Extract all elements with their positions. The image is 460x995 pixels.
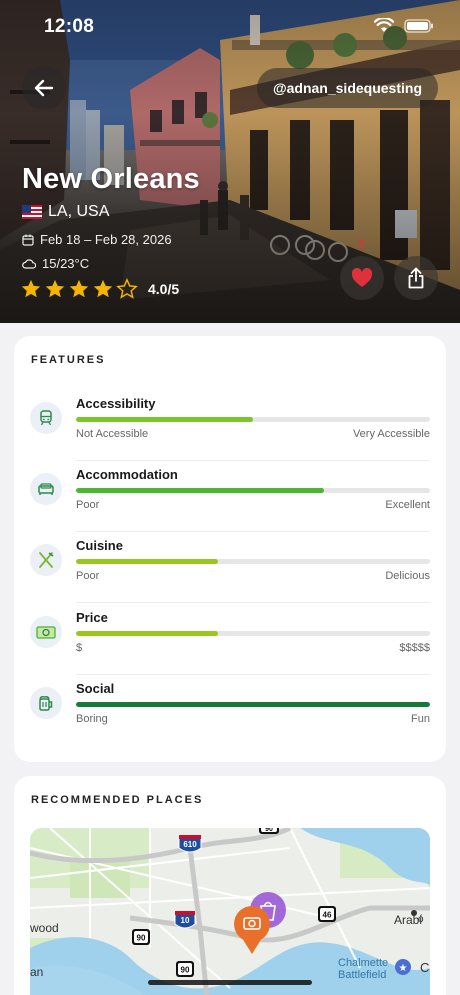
feature-high-label: Delicious	[385, 570, 430, 582]
back-button[interactable]	[22, 66, 66, 110]
utensils-icon	[30, 544, 62, 576]
feature-high-label: $$$$$	[399, 642, 430, 654]
author-username: @adnan_sidequesting	[272, 80, 422, 96]
cloud-icon	[22, 259, 36, 269]
calendar-icon	[22, 234, 34, 246]
map-label-an: an	[30, 965, 43, 979]
status-bar: 12:08	[0, 14, 460, 40]
feature-bar	[76, 488, 430, 493]
feature-bar-fill	[76, 417, 253, 422]
svg-text:10: 10	[181, 916, 190, 925]
feature-bar	[76, 417, 430, 422]
star-filled-icon	[69, 279, 89, 298]
arrow-left-icon	[34, 79, 54, 97]
feature-label: Cuisine	[76, 538, 123, 553]
map-label-chalmette: Chalmette	[338, 957, 388, 969]
svg-text:ó: ó	[418, 914, 424, 925]
svg-text:★: ★	[399, 963, 408, 974]
features-card: FEATURES Accessibility Not Accessible Ve…	[14, 336, 446, 762]
svg-text:90: 90	[265, 828, 273, 833]
share-button[interactable]	[394, 256, 438, 300]
rating-stars: 4.0/5	[20, 278, 179, 300]
feature-label: Social	[76, 681, 115, 696]
us-90-shield-2: 90	[176, 961, 194, 977]
map-label-wood: wood	[30, 921, 59, 935]
feature-bar-fill	[76, 559, 218, 564]
us-90-shield: 90	[132, 929, 150, 945]
star-filled-icon	[93, 279, 113, 298]
svg-text:90: 90	[181, 966, 190, 975]
svg-text:46: 46	[323, 911, 332, 920]
feature-bar-fill	[76, 631, 218, 636]
recommended-places-card: RECOMMENDED PLACES 610 10 90 90 90 46 wo…	[14, 776, 446, 995]
recommended-title: RECOMMENDED PLACES	[31, 794, 204, 806]
region-text: LA, USA	[48, 203, 110, 220]
feature-low-label: $	[76, 642, 83, 654]
us-90-shield-top: 90	[259, 828, 279, 834]
home-indicator[interactable]	[148, 980, 312, 985]
map-label-battlefield: Battlefield	[338, 969, 386, 981]
la-46-shield: 46	[318, 906, 336, 922]
feature-label: Accommodation	[76, 467, 178, 482]
author-chip[interactable]: @adnan_sidequesting	[256, 68, 438, 108]
feature-social: Social Boring Fun	[30, 675, 430, 746]
city-title: New Orleans	[22, 163, 200, 195]
interstate-10-shield: 10	[174, 911, 196, 929]
date-row: Feb 18 – Feb 28, 2026	[22, 232, 172, 247]
features-title: FEATURES	[31, 354, 106, 366]
star-filled-icon	[45, 279, 65, 298]
feature-high-label: Fun	[411, 713, 430, 725]
share-icon	[408, 267, 424, 289]
feature-low-label: Boring	[76, 713, 108, 725]
beer-icon	[30, 687, 62, 719]
bed-icon	[30, 473, 62, 505]
map-canvas: 610 10 90 90 90 46 wood Arabi Chalmette …	[30, 828, 430, 995]
feature-low-label: Poor	[76, 499, 100, 511]
star-filled-icon	[21, 279, 41, 298]
feature-bar-fill	[76, 488, 324, 493]
feature-high-label: Very Accessible	[352, 428, 430, 440]
favorite-button[interactable]	[340, 256, 384, 300]
feature-accessibility: Accessibility Not Accessible Very Access…	[30, 390, 430, 461]
feature-bar	[76, 702, 430, 707]
feature-label: Price	[76, 610, 108, 625]
us-flag-icon	[22, 205, 42, 219]
feature-high-label: Excellent	[385, 499, 430, 511]
favorite-count: 2	[358, 238, 365, 250]
svg-text:90: 90	[137, 934, 146, 943]
feature-label: Accessibility	[76, 396, 156, 411]
location-row: LA, USA	[22, 203, 109, 221]
places-map[interactable]: 610 10 90 90 90 46 wood Arabi Chalmette …	[30, 828, 430, 995]
hero-image	[0, 0, 460, 323]
feature-cuisine: Cuisine Poor Delicious	[30, 532, 430, 603]
feature-price: Price $ $$$$$	[30, 604, 430, 675]
map-label-c: C	[420, 960, 429, 975]
train-icon	[30, 402, 62, 434]
money-icon	[30, 616, 62, 648]
rating-text: 4.0/5	[148, 281, 180, 297]
wifi-icon	[373, 16, 395, 38]
feature-bar	[76, 631, 430, 636]
trip-dates: Feb 18 – Feb 28, 2026	[40, 232, 172, 247]
feature-low-label: Poor	[76, 570, 100, 582]
feature-accommodation: Accommodation Poor Excellent	[30, 461, 430, 532]
interstate-610-shield: 610	[178, 835, 202, 853]
status-time: 12:08	[44, 16, 95, 37]
svg-text:610: 610	[183, 840, 197, 849]
star-empty-icon	[116, 278, 138, 299]
feature-low-label: Not Accessible	[76, 428, 149, 440]
feature-bar	[76, 559, 430, 564]
temperature-range: 15/23°C	[42, 256, 90, 271]
feature-bar-fill	[76, 702, 430, 707]
heart-icon	[351, 268, 373, 287]
weather-row: 15/23°C	[22, 256, 89, 271]
battery-icon	[404, 18, 434, 38]
